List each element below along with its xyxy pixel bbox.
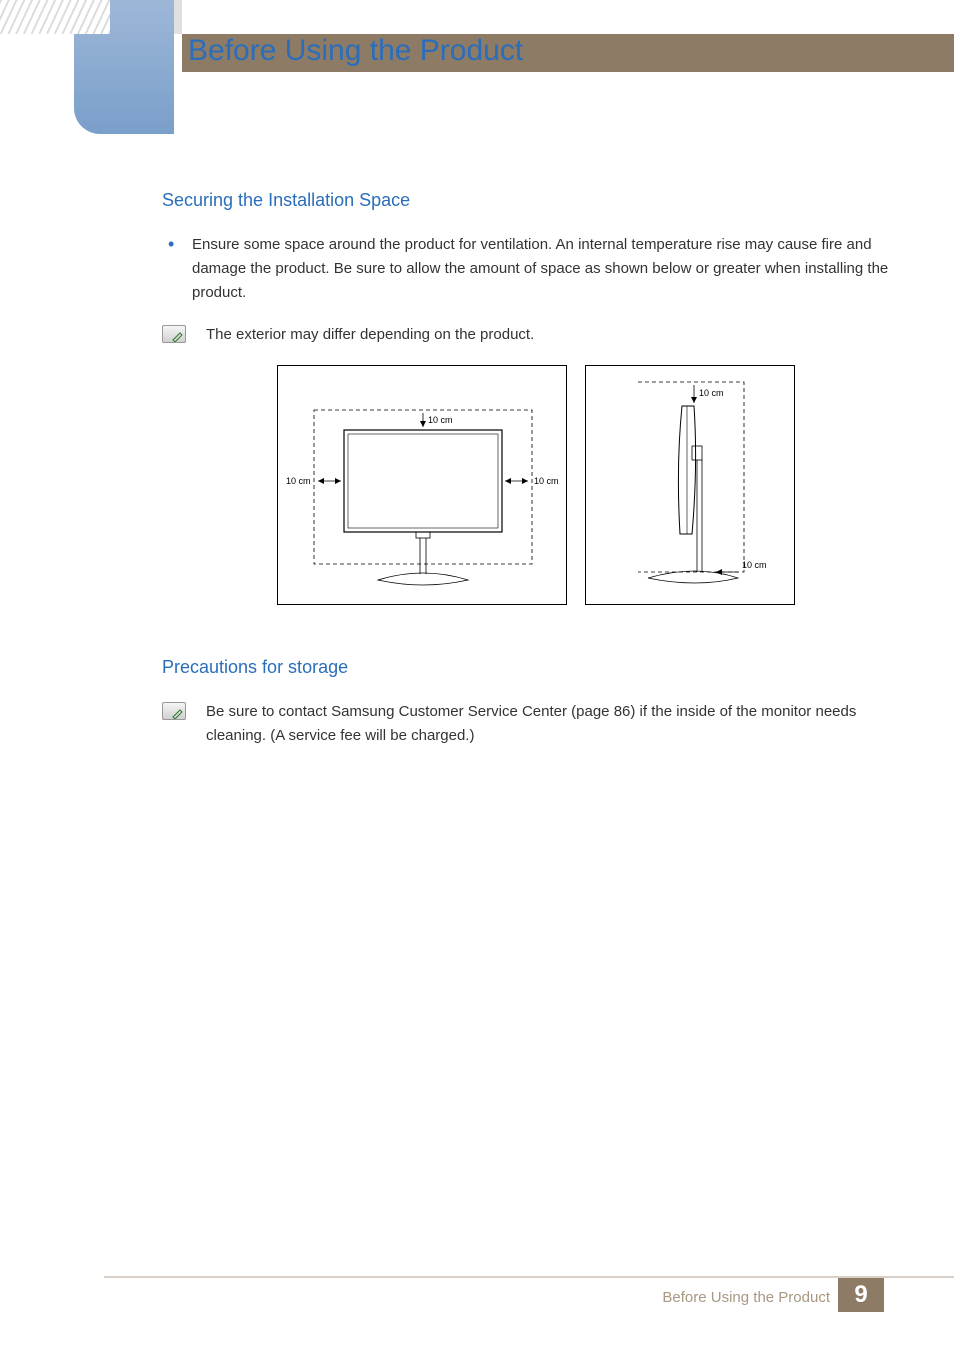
note-icon: [162, 325, 186, 343]
bullet-item: • Ensure some space around the product f…: [162, 233, 910, 305]
diagram-label-side-bottom: 10 cm: [742, 560, 767, 570]
note-text: Be sure to contact Samsung Customer Serv…: [206, 700, 910, 748]
diagram-label-right: 10 cm: [534, 476, 559, 486]
note-text: The exterior may differ depending on the…: [206, 323, 534, 347]
content-area: Securing the Installation Space • Ensure…: [162, 190, 910, 766]
page-title: Before Using the Product: [188, 34, 523, 68]
diagram-label-side-top: 10 cm: [699, 388, 724, 398]
diagram-label-top: 10 cm: [428, 415, 453, 425]
bullet-text: Ensure some space around the product for…: [192, 233, 910, 305]
note-row: Be sure to contact Samsung Customer Serv…: [162, 700, 910, 748]
footer: Before Using the Product 9: [0, 1278, 954, 1312]
diagram-label-left: 10 cm: [286, 476, 311, 486]
footer-chapter-label: Before Using the Product: [662, 1289, 830, 1306]
page-number: 9: [838, 1278, 884, 1312]
header-hatch-pattern: [0, 0, 110, 34]
note-row: The exterior may differ depending on the…: [162, 323, 910, 347]
diagram-front-view: 10 cm 10 cm 10 cm: [277, 365, 567, 605]
footer-divider: [104, 1276, 954, 1278]
bullet-marker: •: [162, 233, 192, 305]
section-heading-precautions: Precautions for storage: [162, 657, 910, 678]
section-heading-securing: Securing the Installation Space: [162, 190, 910, 211]
note-icon: [162, 702, 186, 720]
diagram-row: 10 cm 10 cm 10 cm: [162, 365, 910, 605]
diagram-side-view: 10 cm 10 cm: [585, 365, 795, 605]
